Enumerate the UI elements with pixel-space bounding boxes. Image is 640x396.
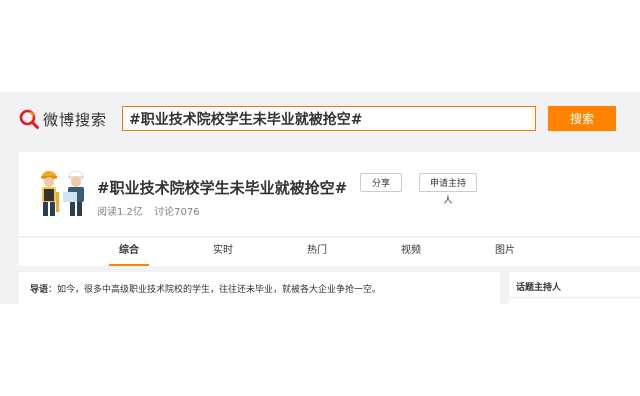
lead-text: ：如今，很多中高级职业技术院校的学生，往往还未毕业，就被各大企业争抢一空。 — [48, 285, 382, 295]
tab-images[interactable]: 图片 — [485, 238, 525, 264]
topic-avatar — [32, 166, 94, 218]
tab-video[interactable]: 视频 — [391, 238, 431, 264]
tab-realtime[interactable]: 实时 — [203, 238, 243, 264]
lead-label: 导语 — [30, 285, 49, 295]
sidebar-title: 话题主持人 — [516, 283, 562, 293]
topic-title: #职业技术院校学生未毕业就被抢空# — [97, 179, 348, 197]
weibo-search-logo[interactable]: 微博搜索 — [18, 108, 107, 130]
tab-bar: 综合 实时 热门 视频 图片 — [19, 237, 640, 266]
topic-lead-panel: 导语：如今，很多中高级职业技术院校的学生，往往还未毕业，就被各大企业争抢一空。 — [19, 272, 500, 304]
search-button[interactable]: 搜索 — [548, 106, 616, 131]
tab-hot[interactable]: 热门 — [297, 238, 337, 264]
topic-lead: 导语：如今，很多中高级职业技术院校的学生，往往还未毕业，就被各大企业争抢一空。 — [30, 282, 381, 295]
tab-comprehensive[interactable]: 综合 — [109, 238, 149, 266]
share-button[interactable]: 分享 — [360, 173, 402, 192]
search-input[interactable] — [122, 106, 536, 131]
topic-stats: 阅读1.2亿 讨论7076 — [97, 203, 200, 218]
discussion-count: 讨论7076 — [154, 207, 200, 218]
apply-host-button[interactable]: 申请主持人 — [419, 173, 477, 205]
magnifier-logo-icon — [19, 109, 39, 129]
topic-card: #职业技术院校学生未毕业就被抢空# 分享 申请主持人 阅读1.2亿 讨论7076 — [19, 152, 640, 236]
read-count: 阅读1.2亿 — [97, 207, 143, 218]
logo-text: 微博搜索 — [43, 110, 108, 129]
sidebar-divider — [509, 297, 640, 298]
sidebar-panel: 话题主持人 — [509, 272, 640, 304]
